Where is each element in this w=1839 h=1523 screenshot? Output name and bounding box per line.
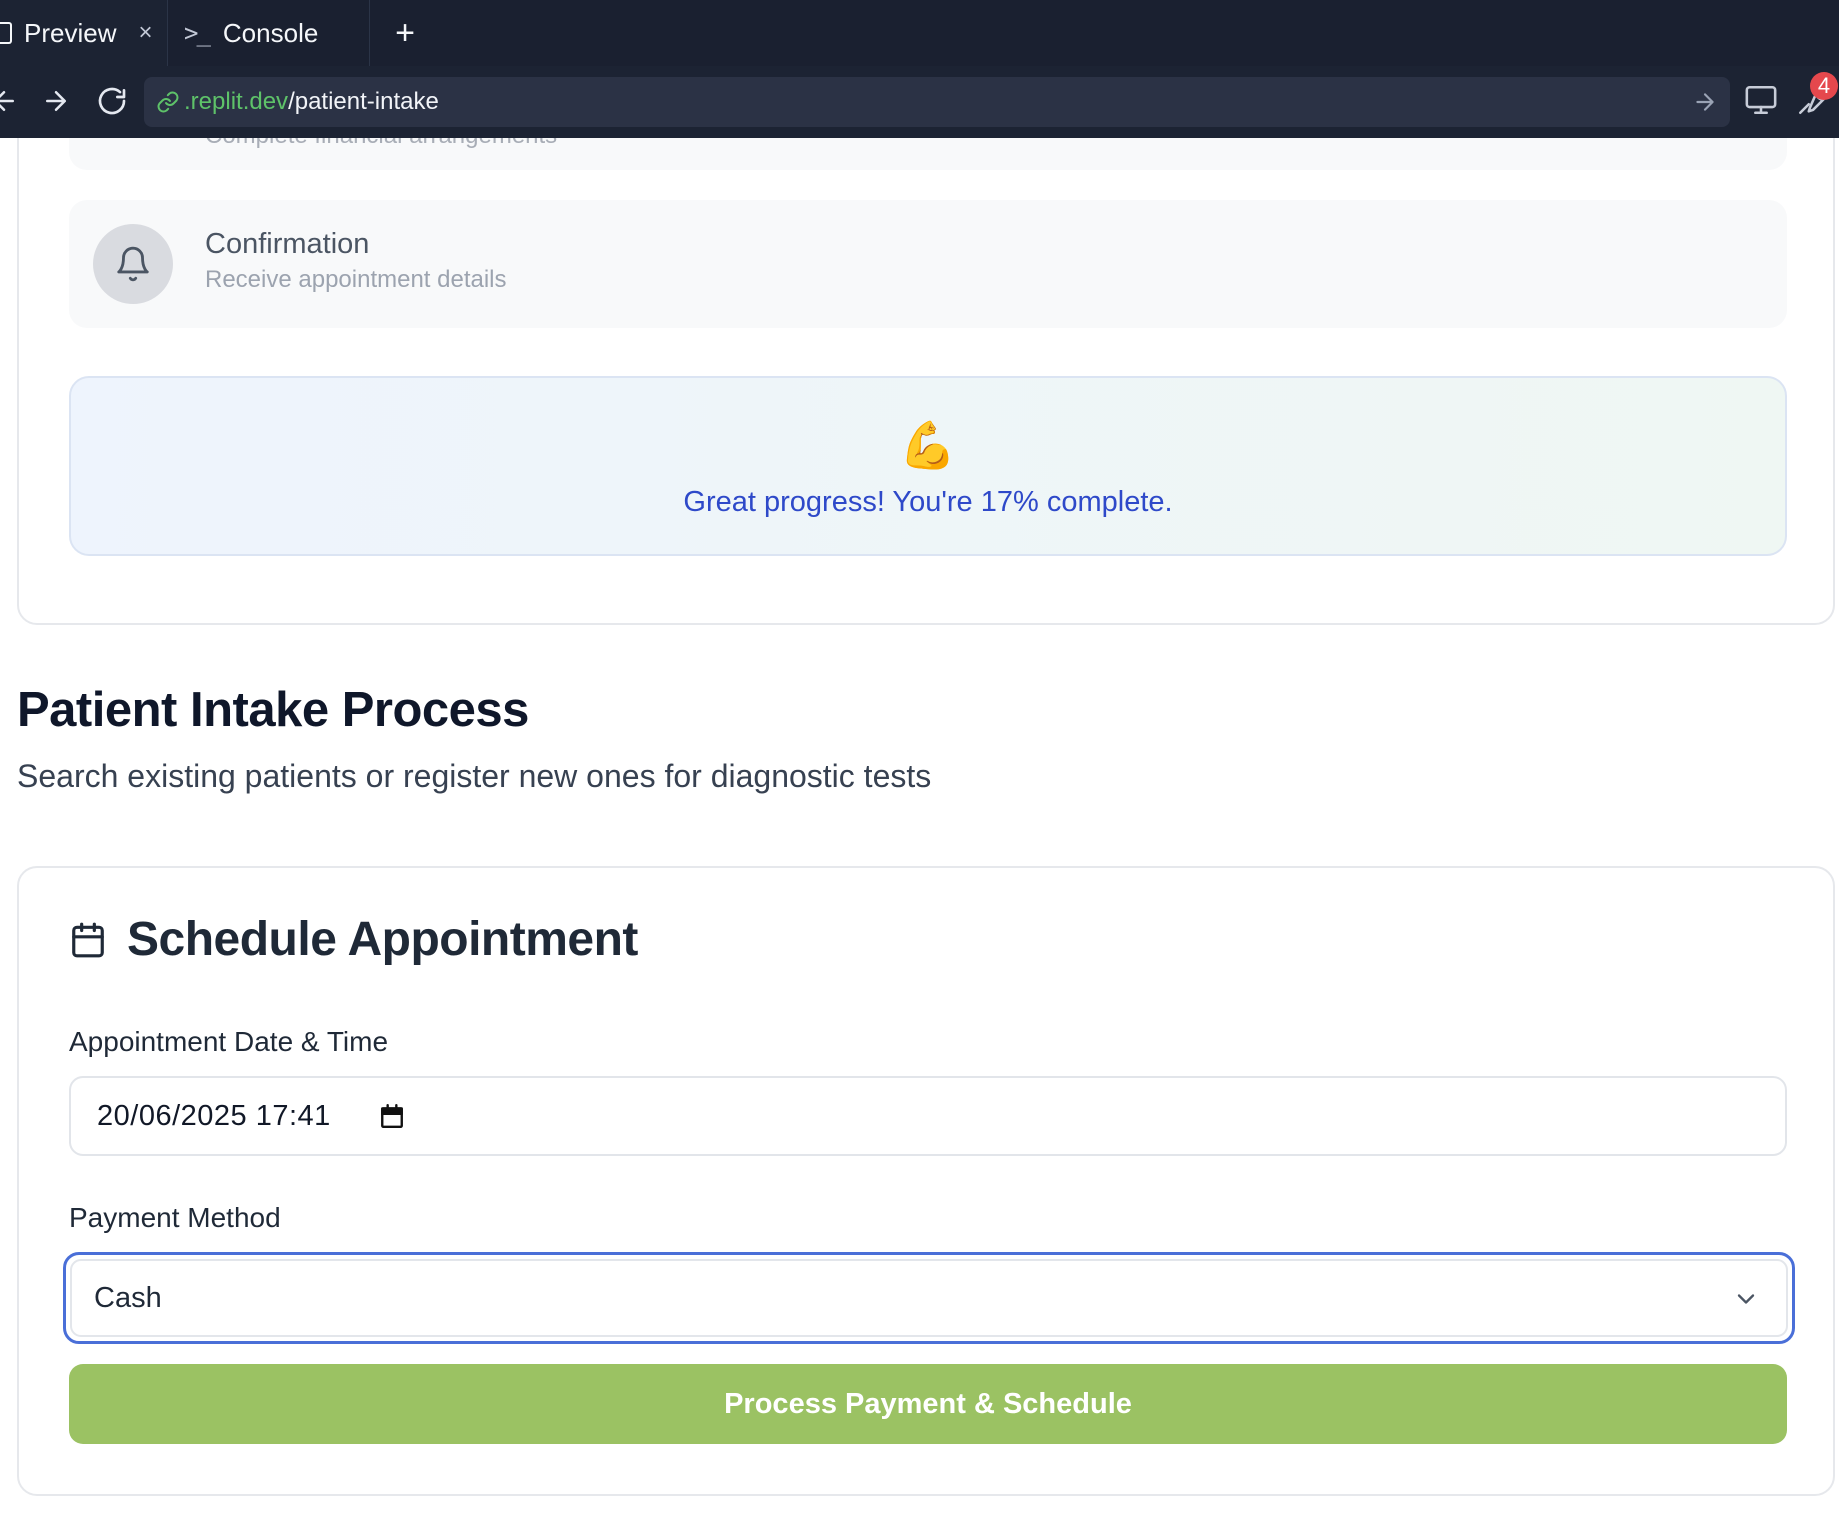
calendar-picker-icon[interactable] bbox=[379, 1102, 405, 1130]
page-content: Complete financial arrangements Confirma… bbox=[0, 138, 1839, 1523]
back-button[interactable] bbox=[0, 83, 22, 119]
progress-encouragement: 💪 Great progress! You're 17% complete. bbox=[69, 376, 1787, 556]
url-path: /patient-intake bbox=[288, 88, 439, 115]
tab-preview[interactable]: Preview × bbox=[0, 0, 168, 66]
devices-button[interactable] bbox=[1744, 83, 1780, 119]
date-time-label: Appointment Date & Time bbox=[69, 1026, 389, 1057]
appointment-datetime-input[interactable]: 20/06/2025 17:41 bbox=[69, 1076, 1787, 1156]
tab-preview-label: Preview bbox=[24, 17, 117, 48]
add-tab-button[interactable]: + bbox=[390, 14, 420, 52]
flexed-biceps-icon: 💪 bbox=[899, 419, 957, 471]
tab-console[interactable]: >_ Console bbox=[170, 0, 370, 66]
arrow-left-icon bbox=[0, 91, 14, 111]
reload-button[interactable] bbox=[94, 83, 130, 119]
select-inner[interactable]: Cash bbox=[70, 1259, 1788, 1337]
step-title: Confirmation bbox=[205, 228, 370, 260]
step-confirmation: Confirmation Receive appointment details bbox=[69, 200, 1787, 328]
devtools-count-badge: 4 bbox=[1810, 72, 1838, 100]
browser-chrome: Preview × >_ Console + .replit.dev /pati… bbox=[0, 0, 1839, 138]
payment-method-select[interactable]: Cash bbox=[63, 1252, 1795, 1344]
preview-icon bbox=[0, 22, 12, 44]
arrow-right-icon bbox=[46, 91, 66, 111]
process-payment-button[interactable]: Process Payment & Schedule bbox=[69, 1364, 1787, 1444]
step-circle bbox=[93, 224, 173, 304]
nav-bar: .replit.dev /patient-intake bbox=[0, 66, 1839, 138]
app-root: Preview × >_ Console + .replit.dev /pati… bbox=[0, 0, 1839, 1523]
step-description: Complete financial arrangements bbox=[205, 138, 557, 150]
bell-icon bbox=[117, 246, 149, 282]
link-icon bbox=[157, 91, 179, 113]
url-bar[interactable]: .replit.dev /patient-intake bbox=[144, 77, 1730, 127]
datetime-value: 20/06/2025 17:41 bbox=[97, 1099, 331, 1132]
step-payment: Complete financial arrangements bbox=[69, 138, 1787, 170]
page-title: Patient Intake Process bbox=[17, 683, 529, 737]
tab-console-label: Console bbox=[222, 17, 319, 48]
progress-message: Great progress! You're 17% complete. bbox=[683, 486, 1173, 518]
step-description: Receive appointment details bbox=[205, 266, 507, 293]
monitor-icon bbox=[1745, 85, 1777, 115]
arrow-right-icon[interactable] bbox=[1692, 89, 1718, 115]
close-icon[interactable]: × bbox=[138, 19, 152, 47]
progress-card: Complete financial arrangements Confirma… bbox=[17, 138, 1835, 625]
card-header: Schedule Appointment bbox=[69, 912, 638, 967]
forward-button[interactable] bbox=[38, 83, 74, 119]
tab-bar: Preview × >_ Console + bbox=[0, 0, 1839, 66]
chevron-down-icon bbox=[1737, 1294, 1755, 1304]
schedule-appointment-card: Schedule Appointment Appointment Date & … bbox=[17, 866, 1835, 1496]
page-subtitle: Search existing patients or register new… bbox=[17, 758, 932, 794]
reload-icon bbox=[98, 87, 126, 115]
selected-payment-method: Cash bbox=[94, 1281, 162, 1314]
payment-method-label: Payment Method bbox=[69, 1202, 281, 1233]
terminal-icon: >_ bbox=[184, 19, 211, 47]
card-title: Schedule Appointment bbox=[127, 913, 638, 966]
url-domain: .replit.dev bbox=[184, 88, 289, 115]
calendar-icon bbox=[72, 922, 104, 957]
